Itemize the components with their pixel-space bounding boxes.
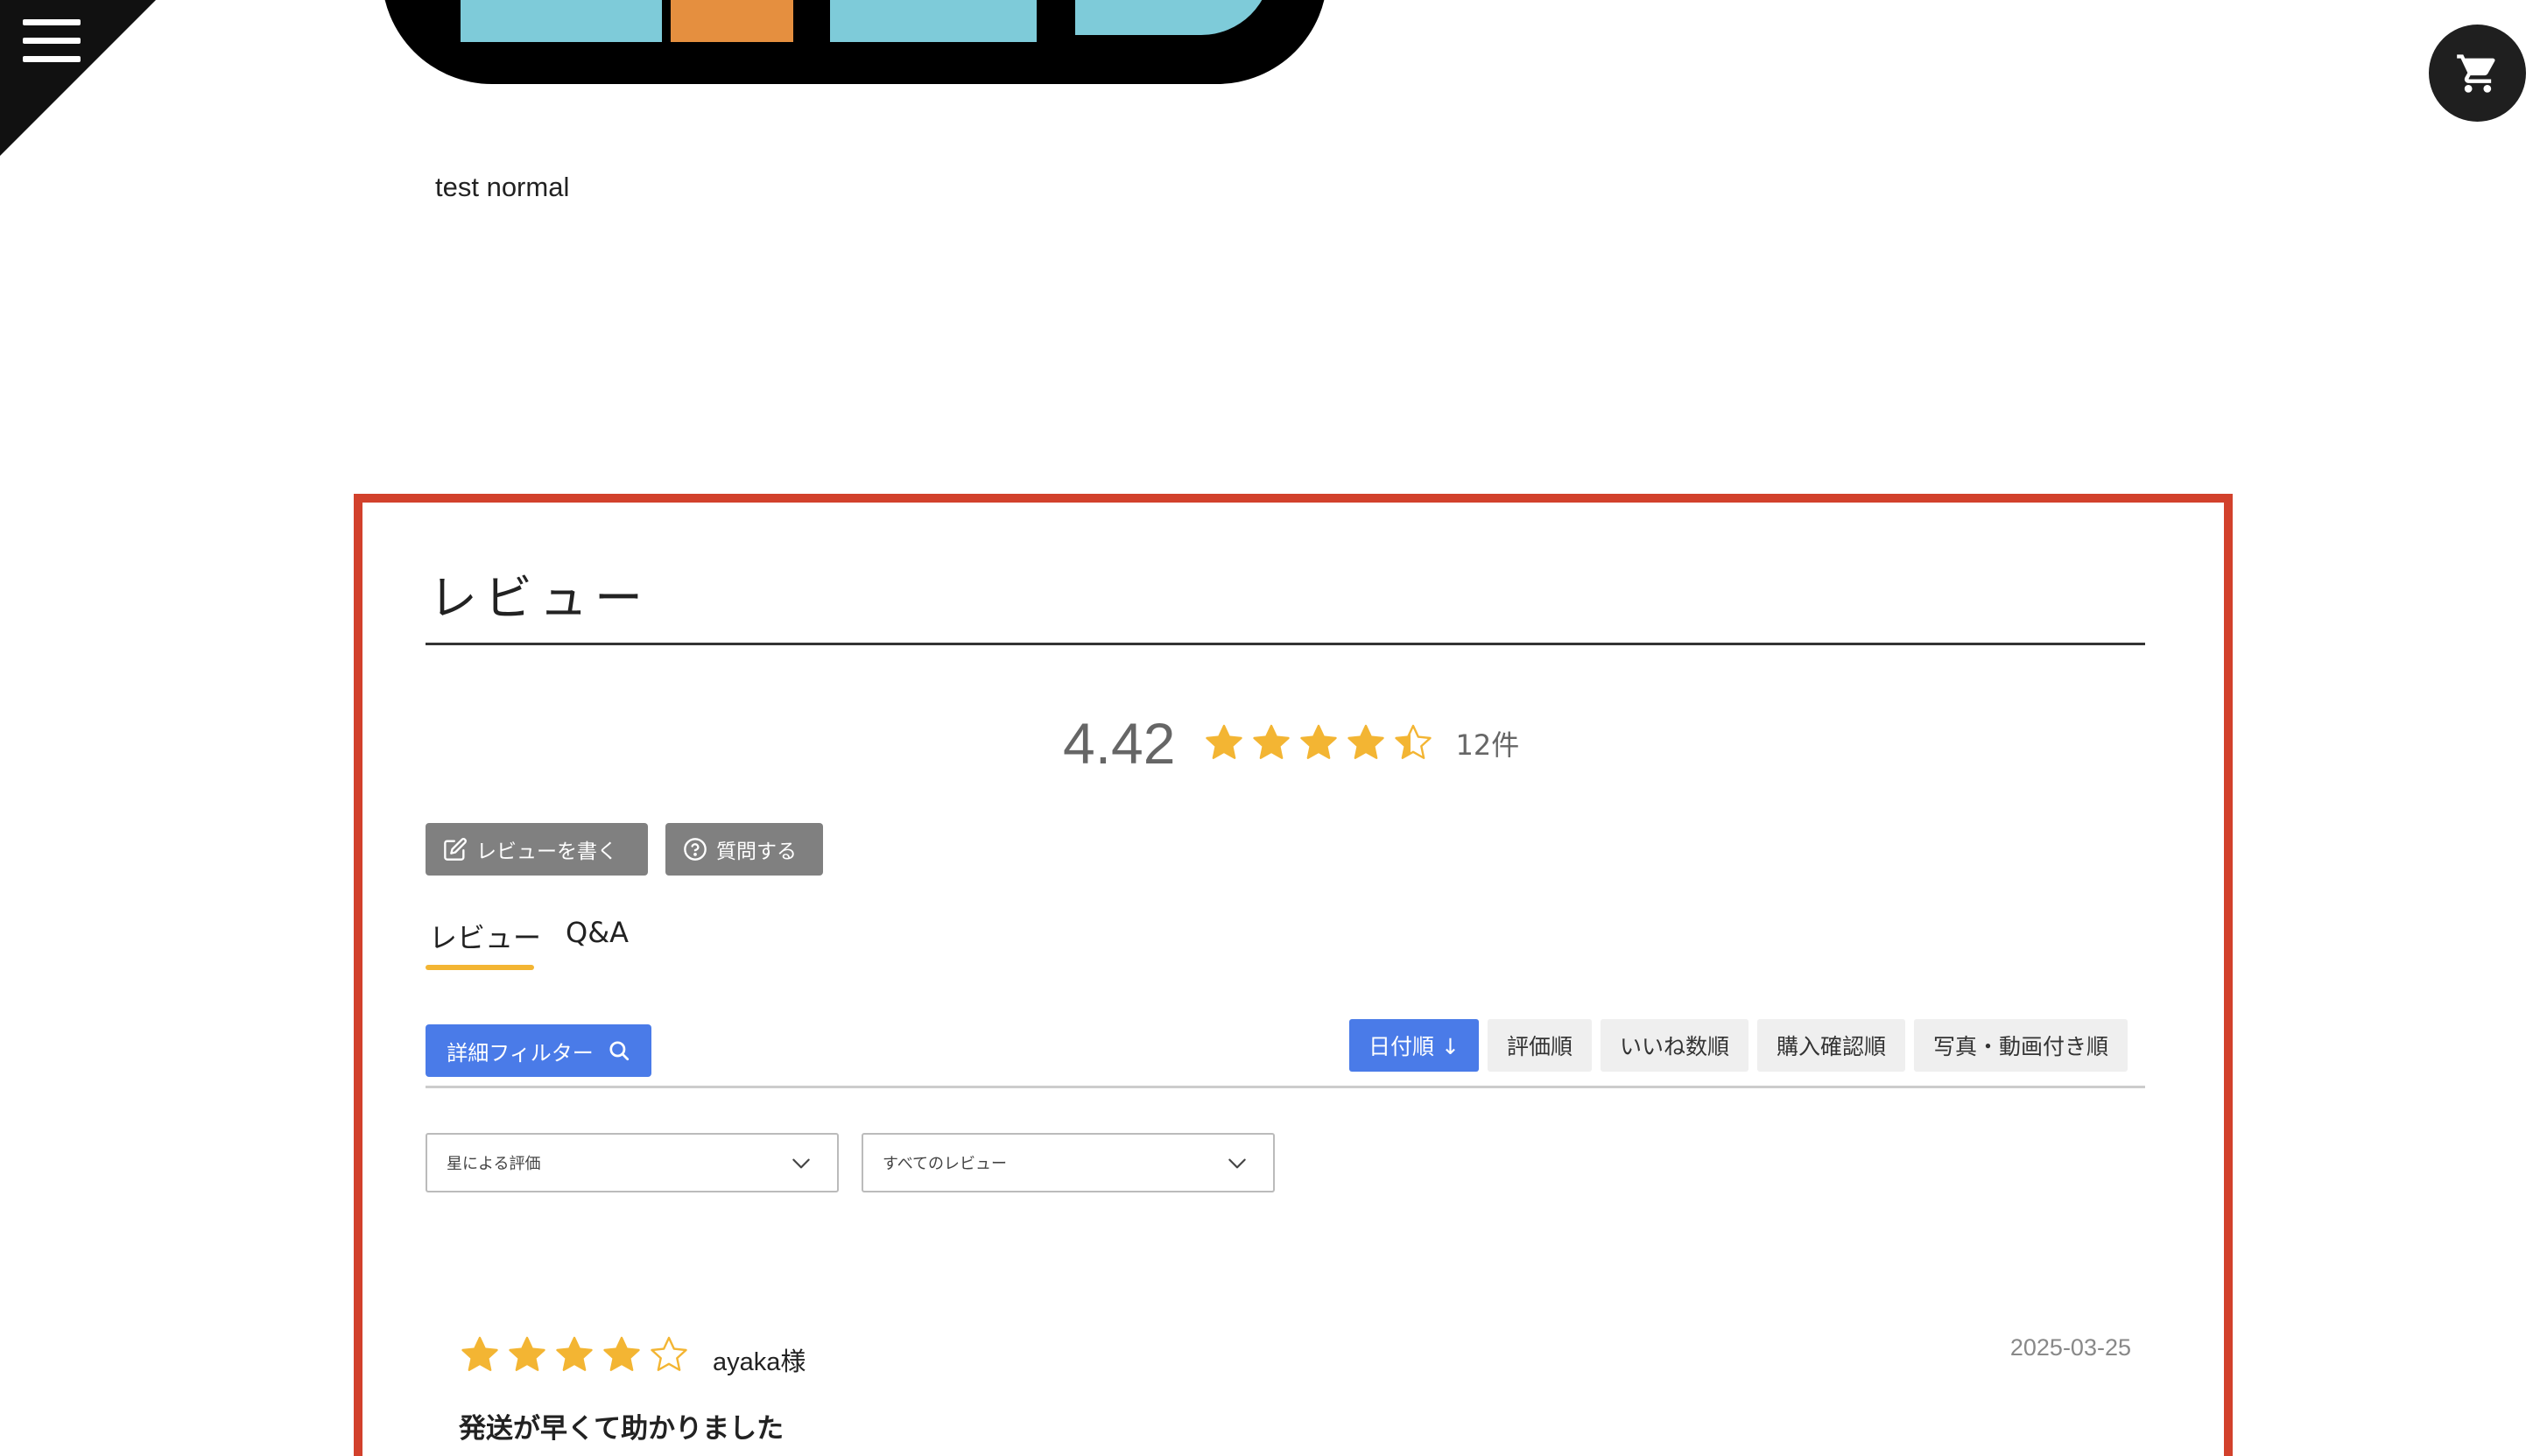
product-name: test normal bbox=[435, 172, 570, 202]
star-full-icon bbox=[509, 1336, 545, 1371]
detail-filter-button[interactable]: 詳細フィルター bbox=[426, 1024, 651, 1077]
review-type-select-value: すべてのレビュー bbox=[883, 1155, 1008, 1173]
chevron-down-icon bbox=[792, 1158, 810, 1169]
review-date: 2025-03-25 bbox=[2009, 1334, 2131, 1361]
star-full-icon bbox=[1347, 724, 1385, 759]
active-tab-indicator bbox=[426, 965, 534, 970]
average-rating-stars bbox=[1203, 722, 1434, 764]
ask-question-label: 質問する bbox=[716, 841, 797, 863]
star-half-icon bbox=[1395, 724, 1432, 759]
search-icon bbox=[609, 1041, 629, 1061]
product-image bbox=[384, 0, 1325, 84]
hamburger-menu-icon[interactable] bbox=[23, 19, 81, 63]
star-full-icon bbox=[1300, 724, 1338, 759]
star-full-icon bbox=[603, 1336, 640, 1371]
sort-by-verified-button[interactable]: 購入確認順 bbox=[1756, 1019, 1905, 1072]
ask-question-button[interactable]: 質問する bbox=[665, 823, 823, 876]
tab-qa[interactable]: Q&A bbox=[566, 916, 629, 949]
sort-options: 日付順 ↓ 評価順 いいね数順 購入確認順 写真・動画付き順 bbox=[1349, 1019, 2128, 1072]
review-headline: 発送が早くて助かりました bbox=[459, 1413, 785, 1445]
shopping-cart-icon bbox=[2456, 53, 2495, 93]
review-section: レビュー 4.42 12件 レビューを書く 質問する レビュー Q&A 詳細フィ… bbox=[354, 494, 2233, 1456]
star-rating-select-value: 星による評価 bbox=[447, 1155, 541, 1173]
sort-by-media-button[interactable]: 写真・動画付き順 bbox=[1913, 1019, 2128, 1072]
product-page: test normal レビュー 4.42 12件 レビューを書く 質問する レ… bbox=[0, 0, 2547, 1456]
reviewer-name: ayaka様 bbox=[713, 1348, 806, 1376]
rating-summary: 4.42 12件 bbox=[1063, 704, 1519, 783]
star-full-icon bbox=[1206, 724, 1243, 759]
review-count: 12件 bbox=[1455, 728, 1520, 762]
review-item-stars bbox=[459, 1334, 690, 1376]
review-section-title: レビュー bbox=[429, 570, 651, 626]
average-rating-value: 4.42 bbox=[1063, 711, 1176, 776]
chevron-down-icon bbox=[1228, 1158, 1246, 1169]
question-circle-icon bbox=[684, 838, 707, 861]
write-review-button[interactable]: レビューを書く bbox=[426, 823, 648, 876]
detail-filter-label: 詳細フィルター bbox=[447, 1040, 594, 1066]
star-full-icon bbox=[1253, 724, 1291, 759]
star-rating-select[interactable]: 星による評価 bbox=[426, 1133, 839, 1192]
star-empty-icon bbox=[651, 1336, 687, 1371]
review-type-select[interactable]: すべてのレビュー bbox=[862, 1133, 1275, 1192]
star-full-icon bbox=[556, 1336, 593, 1371]
edit-icon bbox=[444, 838, 467, 861]
star-full-icon bbox=[461, 1336, 498, 1371]
title-divider bbox=[426, 643, 2145, 645]
sort-by-rating-button[interactable]: 評価順 bbox=[1487, 1019, 1592, 1072]
write-review-label: レビューを書く bbox=[476, 841, 617, 863]
sort-by-likes-button[interactable]: いいね数順 bbox=[1600, 1019, 1748, 1072]
tab-reviews[interactable]: レビュー bbox=[429, 916, 541, 956]
cart-button[interactable] bbox=[2429, 25, 2526, 122]
sort-by-date-button[interactable]: 日付順 ↓ bbox=[1349, 1019, 1479, 1072]
sort-divider bbox=[426, 1086, 2145, 1088]
